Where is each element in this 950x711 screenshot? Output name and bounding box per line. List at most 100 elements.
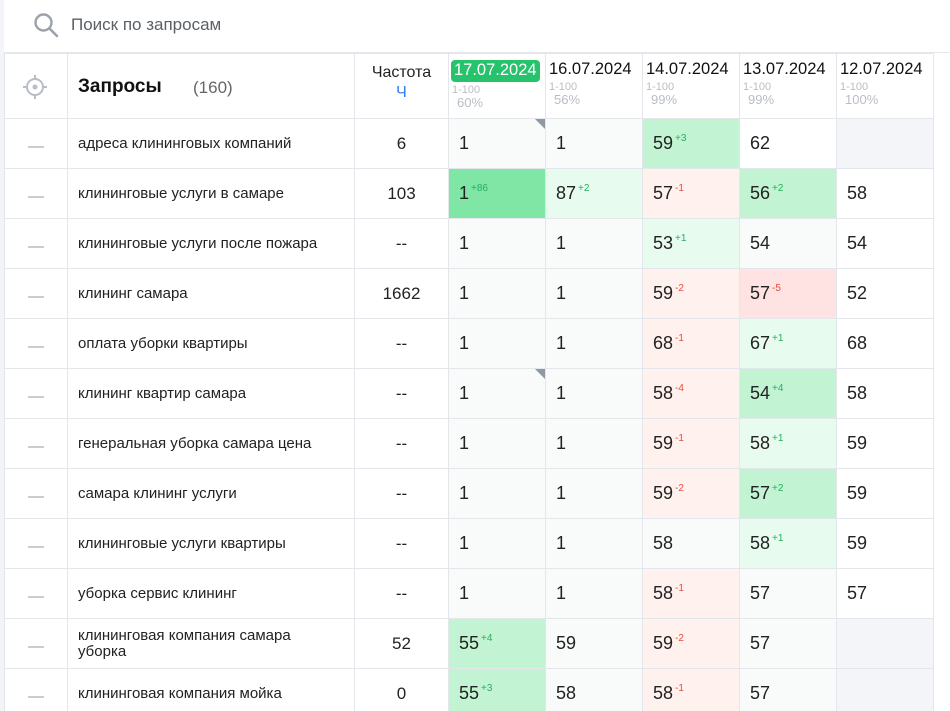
position-cell[interactable]: 68 — [836, 318, 934, 369]
position-cell[interactable]: 58 +1 — [739, 518, 837, 569]
position-cell[interactable]: 87 +2 — [545, 168, 643, 219]
date-column-header[interactable]: 16.07.2024 1-100 56% — [545, 53, 643, 119]
position-cell[interactable]: 1 — [448, 268, 546, 319]
minus-icon[interactable] — [28, 695, 44, 698]
position-cell[interactable]: 56 +2 — [739, 168, 837, 219]
date-label[interactable]: 17.07.2024 — [451, 60, 540, 82]
position-cell[interactable]: 59 -2 — [642, 268, 740, 319]
position-cell[interactable]: 58 -4 — [642, 368, 740, 419]
table-row[interactable]: адреса клининговых компаний 6 1 1 59 +3 62 — [4, 118, 934, 169]
frequency-column-header[interactable]: Частота Ч — [354, 53, 449, 119]
position-cell[interactable]: 1 — [448, 568, 546, 619]
position-cell[interactable]: 58 -1 — [642, 668, 740, 711]
position-cell[interactable]: 58 — [836, 168, 934, 219]
position-cell[interactable]: 1 — [448, 318, 546, 369]
frequency-type[interactable]: Ч — [355, 84, 448, 102]
search-icon[interactable] — [32, 11, 60, 39]
table-row[interactable]: клининг самара 1662 1 1 59 -2 57 -5 52 — [4, 268, 934, 319]
minus-icon[interactable] — [28, 545, 44, 548]
date-column-header[interactable]: 13.07.2024 1-100 99% — [739, 53, 837, 119]
position-cell[interactable]: 1 — [448, 368, 546, 419]
row-toggle-cell[interactable] — [4, 468, 68, 519]
position-cell[interactable]: 1 — [545, 518, 643, 569]
position-cell[interactable]: 58 -1 — [642, 568, 740, 619]
position-cell[interactable]: 57 -1 — [642, 168, 740, 219]
table-row[interactable]: клининговая компания мойка 0 55 +3 58 58 -1 57 — [4, 668, 934, 711]
table-row[interactable]: клининговые услуги после пожара -- 1 1 53 +1 5… — [4, 218, 934, 269]
date-label[interactable]: 12.07.2024 — [840, 60, 923, 79]
table-row[interactable]: клининговая компания самара уборка 52 55 +4… — [4, 618, 934, 669]
position-cell[interactable]: 59 -2 — [642, 468, 740, 519]
position-cell[interactable]: 52 — [836, 268, 934, 319]
date-label[interactable]: 16.07.2024 — [549, 60, 632, 79]
position-cell[interactable]: 1 — [545, 568, 643, 619]
minus-icon[interactable] — [28, 195, 44, 198]
position-cell[interactable]: 58 +1 — [739, 418, 837, 469]
row-toggle-cell[interactable] — [4, 318, 68, 369]
position-cell[interactable]: 1 — [448, 518, 546, 569]
position-cell[interactable] — [836, 118, 934, 169]
row-toggle-cell[interactable] — [4, 418, 68, 469]
position-cell[interactable]: 1 — [545, 268, 643, 319]
position-cell[interactable]: 1 — [545, 368, 643, 419]
position-cell[interactable]: 57 — [739, 618, 837, 669]
table-row[interactable]: клининговые услуги квартиры -- 1 1 58 58 +1 59 — [4, 518, 934, 569]
minus-icon[interactable] — [28, 495, 44, 498]
table-row[interactable]: клининговые услуги в самаре 103 1 +86 87 +2 57… — [4, 168, 934, 219]
date-label[interactable]: 13.07.2024 — [743, 60, 826, 79]
minus-icon[interactable] — [28, 295, 44, 298]
position-cell[interactable]: 59 — [836, 468, 934, 519]
date-column-header[interactable]: 12.07.2024 1-100 100% — [836, 53, 934, 119]
position-cell[interactable]: 62 — [739, 118, 837, 169]
date-column-header[interactable]: 14.07.2024 1-100 99% — [642, 53, 740, 119]
position-cell[interactable]: 57 — [739, 668, 837, 711]
position-cell[interactable]: 1 — [448, 468, 546, 519]
minus-icon[interactable] — [28, 145, 44, 148]
position-cell[interactable]: 57 — [739, 568, 837, 619]
position-cell[interactable]: 67 +1 — [739, 318, 837, 369]
position-cell[interactable]: 54 — [739, 218, 837, 269]
position-cell[interactable]: 59 +3 — [642, 118, 740, 169]
row-toggle-cell[interactable] — [4, 518, 68, 569]
minus-icon[interactable] — [28, 345, 44, 348]
row-toggle-cell[interactable] — [4, 618, 68, 669]
table-row[interactable]: самара клининг услуги -- 1 1 59 -2 57 +2 59 — [4, 468, 934, 519]
target-icon[interactable] — [22, 74, 48, 100]
position-cell[interactable] — [836, 618, 934, 669]
position-cell[interactable]: 59 — [836, 418, 934, 469]
date-column-header[interactable]: 17.07.2024 1-100 60% — [448, 53, 546, 119]
position-cell[interactable]: 1 — [448, 418, 546, 469]
position-cell[interactable]: 68 -1 — [642, 318, 740, 369]
position-cell[interactable]: 57 — [836, 568, 934, 619]
position-cell[interactable]: 59 — [836, 518, 934, 569]
position-cell[interactable] — [836, 668, 934, 711]
row-toggle-cell[interactable] — [4, 168, 68, 219]
row-toggle-cell[interactable] — [4, 118, 68, 169]
position-cell[interactable]: 59 -2 — [642, 618, 740, 669]
position-cell[interactable]: 1 — [545, 468, 643, 519]
position-cell[interactable]: 57 -5 — [739, 268, 837, 319]
position-cell[interactable]: 1 — [448, 218, 546, 269]
position-cell[interactable]: 59 -1 — [642, 418, 740, 469]
table-row[interactable]: оплата уборки квартиры -- 1 1 68 -1 67 +1 68 — [4, 318, 934, 369]
table-row[interactable]: клининг квартир самара -- 1 1 58 -4 54 +4 58 — [4, 368, 934, 419]
position-cell[interactable]: 53 +1 — [642, 218, 740, 269]
minus-icon[interactable] — [28, 245, 44, 248]
queries-column-header[interactable]: Запросы (160) — [67, 53, 355, 119]
position-cell[interactable]: 54 — [836, 218, 934, 269]
position-cell[interactable]: 55 +4 — [448, 618, 546, 669]
date-label[interactable]: 14.07.2024 — [646, 60, 729, 79]
minus-icon[interactable] — [28, 445, 44, 448]
position-cell[interactable]: 58 — [642, 518, 740, 569]
position-cell[interactable]: 1 +86 — [448, 168, 546, 219]
minus-icon[interactable] — [28, 595, 44, 598]
table-row[interactable]: генеральная уборка самара цена -- 1 1 59 -1 58… — [4, 418, 934, 469]
position-cell[interactable]: 1 — [545, 418, 643, 469]
position-cell[interactable]: 57 +2 — [739, 468, 837, 519]
position-cell[interactable]: 55 +3 — [448, 668, 546, 711]
position-cell[interactable]: 58 — [545, 668, 643, 711]
table-row[interactable]: уборка сервис клининг -- 1 1 58 -1 57 57 — [4, 568, 934, 619]
row-toggle-cell[interactable] — [4, 368, 68, 419]
position-cell[interactable]: 1 — [545, 218, 643, 269]
row-toggle-cell[interactable] — [4, 668, 68, 711]
